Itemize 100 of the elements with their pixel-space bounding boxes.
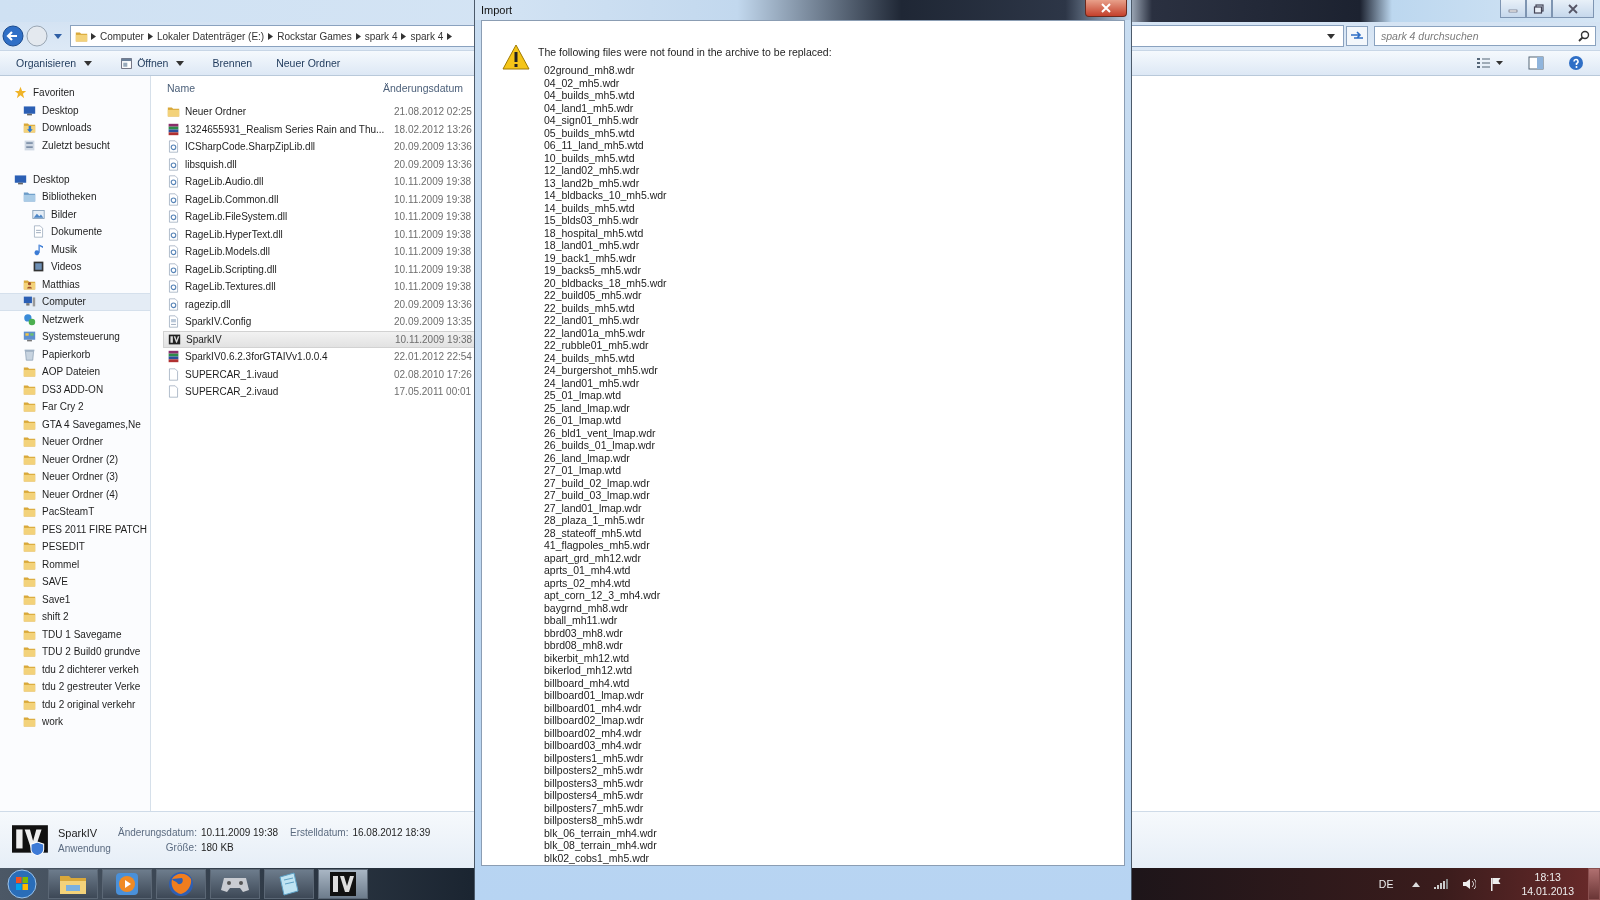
nav-item[interactable]: Downloads [0, 119, 150, 137]
column-header[interactable]: Änderungsdatum [383, 82, 463, 94]
nav-item[interactable]: Save1 [0, 590, 150, 608]
file-row[interactable]: ragezip.dll 20.09.2009 13:36 [163, 295, 493, 313]
toolbar-button[interactable]: Brennen [204, 55, 261, 71]
nav-item[interactable]: Neuer Ordner (3) [0, 468, 150, 486]
file-row[interactable]: RageLib.FileSystem.dll 10.11.2009 19:38 [163, 208, 493, 226]
file-row[interactable]: RageLib.HyperText.dll 10.11.2009 19:38 [163, 225, 493, 243]
nav-item[interactable]: TDU 2 Build0 grundve [0, 643, 150, 661]
file-row[interactable]: ICSharpCode.SharpZipLib.dll 20.09.2009 13:36 [163, 138, 493, 156]
chevron-icon[interactable] [355, 32, 361, 40]
nav-item[interactable]: tdu 2 gestreuter Verke [0, 678, 150, 696]
search-field[interactable]: spark 4 durchsuchen [1374, 26, 1596, 46]
file-name: ragezip.dll [185, 298, 232, 310]
nav-item[interactable]: Systemsteuerung [0, 328, 150, 346]
nav-item[interactable]: Computer [0, 293, 150, 311]
missing-file-name: 04_02_mh5.wdr [544, 76, 621, 89]
show-hidden-icons-icon[interactable] [1412, 881, 1421, 887]
missing-file-name: 27_build_03_lmap.wdr [544, 489, 651, 502]
file-row[interactable]: SparkIV0.6.2.3forGTAIVv1.0.0.4 22.01.2012 22:54 [163, 348, 493, 366]
chevron-icon[interactable] [91, 32, 96, 40]
nav-item[interactable]: Desktop [0, 101, 150, 119]
nav-item[interactable]: Bilder [0, 205, 150, 223]
breadcrumb-item[interactable]: spark 4 [409, 30, 445, 42]
history-caret-icon[interactable] [54, 33, 62, 39]
breadcrumb-item[interactable]: spark 4 [363, 30, 399, 42]
nav-item[interactable]: Far Cry 2 [0, 398, 150, 416]
nav-item[interactable]: tdu 2 dichterer verkeh [0, 660, 150, 678]
close-button[interactable] [1085, 0, 1127, 17]
breadcrumb-item[interactable]: Rockstar Games [276, 30, 353, 42]
search-icon[interactable] [1578, 30, 1590, 42]
file-row[interactable]: SUPERCAR_2.ivaud 17.05.2011 00:01 [163, 383, 493, 401]
nav-item[interactable]: SAVE [0, 573, 150, 591]
file-row[interactable]: libsquish.dll 20.09.2009 13:36 [163, 155, 493, 173]
file-row[interactable]: 1324655931_Realism Series Rain and Thu... 18.02.2012 13:26 [163, 120, 493, 138]
file-date: 10.11.2009 19:38 [394, 193, 472, 205]
nav-item[interactable]: Videos [0, 258, 150, 276]
nav-item[interactable]: Papierkorb [0, 345, 150, 363]
breadcrumb-item[interactable]: Lokaler Datenträger (E:) [155, 30, 266, 42]
chevron-icon[interactable] [447, 32, 453, 40]
folder-icon [23, 610, 36, 624]
close-button[interactable] [1552, 0, 1594, 18]
file-row[interactable]: RageLib.Textures.dll 10.11.2009 19:38 [163, 278, 493, 296]
nav-item[interactable]: Musik [0, 240, 150, 258]
refresh-button[interactable] [1346, 26, 1368, 46]
column-header[interactable]: Name [163, 82, 383, 94]
back-button[interactable] [2, 25, 24, 47]
nav-item[interactable]: Desktop [0, 170, 150, 188]
breadcrumb-item[interactable]: Computer [99, 30, 145, 42]
file-row[interactable]: RageLib.Common.dll 10.11.2009 19:38 [163, 190, 493, 208]
toolbar-button[interactable]: Öffnen [112, 54, 197, 72]
nav-item[interactable]: Neuer Ordner [0, 433, 150, 451]
file-row[interactable]: Neuer Ordner 21.08.2012 02:25 [163, 103, 493, 121]
missing-file-name: 06_11_land_mh5.wtd [544, 139, 645, 152]
file-date: 21.08.2012 02:25 [394, 106, 472, 118]
nav-item[interactable]: Netzwerk [0, 310, 150, 328]
file-row[interactable]: RageLib.Models.dll 10.11.2009 19:38 [163, 243, 493, 261]
maximize-button[interactable] [1526, 0, 1552, 18]
flag-icon[interactable] [1490, 877, 1503, 891]
nav-item[interactable]: PESEDIT [0, 538, 150, 556]
picture-icon [32, 207, 45, 221]
file-row[interactable]: RageLib.Audio.dll 10.11.2009 19:38 [163, 173, 493, 191]
taskbar-button[interactable] [318, 869, 368, 899]
nav-item[interactable]: work [0, 713, 150, 731]
file-row[interactable]: RageLib.Scripting.dll 10.11.2009 19:38 [163, 260, 493, 278]
signal-icon[interactable] [1434, 879, 1449, 889]
chevron-icon[interactable] [268, 32, 274, 40]
file-row[interactable]: SUPERCAR_1.ivaud 02.08.2010 17:26 [163, 365, 493, 383]
nav-item[interactable]: Dokumente [0, 223, 150, 241]
taskbar-button[interactable] [264, 869, 314, 899]
nav-item[interactable]: Matthias [0, 275, 150, 293]
nav-item[interactable]: Zuletzt besucht [0, 136, 150, 154]
nav-item[interactable]: Neuer Ordner (4) [0, 485, 150, 503]
clock-date: 14.01.2013 [1521, 884, 1574, 898]
language-indicator[interactable]: DE [1378, 878, 1394, 890]
taskbar-button[interactable] [48, 869, 98, 899]
nav-item[interactable]: tdu 2 original verkehr [0, 695, 150, 713]
chevron-icon[interactable] [401, 32, 407, 40]
nav-item[interactable]: GTA 4 Savegames,Ne [0, 415, 150, 433]
nav-item[interactable]: AOP Dateien [0, 363, 150, 381]
dropdown-caret-icon[interactable] [1327, 33, 1335, 39]
nav-item[interactable]: Rommel [0, 555, 150, 573]
nav-item[interactable]: shift 2 [0, 608, 150, 626]
nav-item[interactable]: Bibliotheken [0, 188, 150, 206]
file-row[interactable]: SparkIV.Config 20.09.2009 13:35 [163, 313, 493, 331]
toolbar-button[interactable]: Organisieren [8, 55, 105, 71]
nav-item[interactable]: DS3 ADD-ON [0, 380, 150, 398]
file-type: Anwendung [58, 842, 110, 854]
speaker-icon[interactable] [1462, 878, 1477, 890]
missing-file-name: 22_land01a_mh5.wdr [544, 326, 646, 339]
nav-item[interactable]: PacSteamT [0, 503, 150, 521]
nav-item[interactable]: Neuer Ordner (2) [0, 450, 150, 468]
toolbar-button[interactable]: Neuer Ordner [268, 55, 349, 71]
chevron-icon[interactable] [147, 32, 153, 40]
archive-icon [167, 122, 180, 136]
file-name: RageLib.Scripting.dll [185, 263, 278, 275]
folder-icon [23, 662, 36, 676]
nav-item[interactable]: PES 2011 FIRE PATCH [0, 520, 150, 538]
nav-item[interactable]: Favoriten [0, 84, 150, 102]
nav-item[interactable]: TDU 1 Savegame [0, 625, 150, 643]
